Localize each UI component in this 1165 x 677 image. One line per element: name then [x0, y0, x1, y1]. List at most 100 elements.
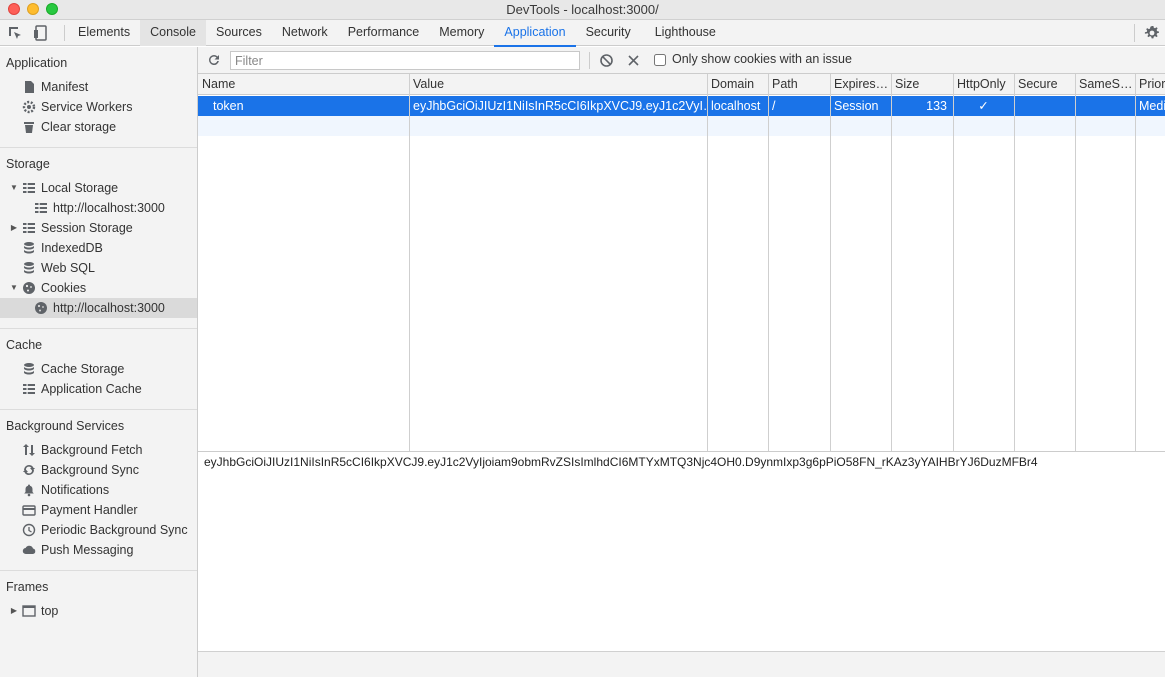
sidebar-item-frame-top[interactable]: ▶ top	[0, 601, 197, 621]
tab-application[interactable]: Application	[494, 20, 576, 47]
gear-icon	[22, 100, 36, 114]
cell-size[interactable]: 133	[891, 96, 953, 116]
sidebar-item-label: Clear storage	[41, 120, 117, 134]
device-toolbar-icon[interactable]	[32, 24, 50, 42]
sidebar-item-notifications[interactable]: Notifications	[0, 480, 197, 500]
cloud-icon	[22, 543, 36, 557]
cell-domain[interactable]: localhost	[707, 96, 768, 116]
only-issues-checkbox[interactable]	[654, 54, 666, 66]
tab-lighthouse[interactable]: Lighthouse	[641, 20, 726, 46]
column-header-value[interactable]: Value	[409, 74, 707, 95]
column-header-domain[interactable]: Domain	[707, 74, 768, 95]
cell-secure[interactable]	[1014, 96, 1075, 116]
column-divider[interactable]	[891, 74, 892, 451]
gear-icon[interactable]	[1143, 24, 1161, 42]
bottom-status-bar	[198, 651, 1165, 677]
filter-input[interactable]	[230, 51, 580, 70]
sidebar-item-label: IndexedDB	[41, 241, 103, 255]
grid-icon	[34, 201, 48, 215]
database-icon	[22, 261, 36, 275]
sidebar-item-cookies[interactable]: ▼ Cookies	[0, 278, 197, 298]
column-header-size[interactable]: Size	[891, 74, 953, 95]
credit-card-icon	[22, 503, 36, 517]
cell-httponly[interactable]: ✓	[953, 96, 1014, 116]
sidebar-item-indexeddb[interactable]: IndexedDB	[0, 238, 197, 258]
column-header-httponly[interactable]: HttpOnly	[953, 74, 1014, 95]
column-header-name[interactable]: Name	[198, 74, 409, 95]
cookie-icon	[22, 281, 36, 295]
expanded-arrow-icon[interactable]: ▼	[9, 178, 19, 198]
sidebar-item-periodic-background-sync[interactable]: Periodic Background Sync	[0, 520, 197, 540]
panel-tabs: Elements Console Sources Network Perform…	[68, 20, 726, 47]
column-header-expires[interactable]: Expires…	[830, 74, 891, 95]
column-header-path[interactable]: Path	[768, 74, 830, 95]
delete-selected-icon[interactable]	[626, 53, 641, 68]
sidebar-item-label: Session Storage	[41, 221, 133, 235]
clock-icon	[22, 523, 36, 537]
column-divider[interactable]	[1135, 74, 1136, 451]
cookie-value-preview: eyJhbGciOiJIUzI1NiIsInR5cCI6IkpXVCJ9.eyJ…	[198, 451, 1165, 651]
sidebar-item-local-storage-origin[interactable]: http://localhost:3000	[0, 198, 197, 218]
table-header: Name Value Domain Path Expires… Size Htt…	[198, 74, 1165, 95]
column-divider[interactable]	[953, 74, 954, 451]
table-row[interactable]: token eyJhbGciOiJIUzI1NiIsInR5cCI6IkpXVC…	[198, 96, 1165, 116]
sidebar-item-local-storage[interactable]: ▼ Local Storage	[0, 178, 197, 198]
cell-value[interactable]: eyJhbGciOiJIUzI1NiIsInR5cCI6IkpXVCJ9.eyJ…	[409, 96, 707, 116]
cookie-value-text[interactable]: eyJhbGciOiJIUzI1NiIsInR5cCI6IkpXVCJ9.eyJ…	[204, 455, 1038, 469]
tab-network[interactable]: Network	[272, 20, 338, 46]
column-header-priority[interactable]: Prior	[1135, 74, 1165, 95]
tab-performance[interactable]: Performance	[338, 20, 430, 46]
toolbar-separator	[589, 52, 590, 69]
sidebar-item-label: Service Workers	[41, 100, 133, 114]
sidebar-item-manifest[interactable]: Manifest	[0, 77, 197, 97]
column-header-secure[interactable]: Secure	[1014, 74, 1075, 95]
sidebar-item-application-cache[interactable]: Application Cache	[0, 379, 197, 399]
column-header-samesite[interactable]: SameS…	[1075, 74, 1135, 95]
section-background-services-heading: Background Services	[6, 419, 125, 433]
sidebar-item-label: Web SQL	[41, 261, 95, 275]
sidebar-item-web-sql[interactable]: Web SQL	[0, 258, 197, 278]
cell-samesite[interactable]	[1075, 96, 1135, 116]
tab-sources[interactable]: Sources	[206, 20, 272, 46]
column-divider[interactable]	[1014, 74, 1015, 451]
column-divider[interactable]	[830, 74, 831, 451]
tab-elements[interactable]: Elements	[68, 20, 140, 46]
sidebar-divider	[0, 570, 197, 571]
column-divider[interactable]	[707, 74, 708, 451]
bell-icon	[22, 483, 36, 497]
column-divider[interactable]	[768, 74, 769, 451]
sidebar-item-label: Notifications	[41, 483, 110, 497]
cell-path[interactable]: /	[768, 96, 830, 116]
sidebar-item-label: Application Cache	[41, 382, 142, 396]
column-divider[interactable]	[1075, 74, 1076, 451]
tab-security[interactable]: Security	[576, 20, 641, 46]
column-divider[interactable]	[409, 74, 410, 451]
collapsed-arrow-icon[interactable]: ▶	[9, 601, 19, 621]
sidebar-item-background-sync[interactable]: Background Sync	[0, 460, 197, 480]
sidebar-item-label: Push Messaging	[41, 543, 134, 557]
cell-name[interactable]: token	[198, 96, 409, 116]
main-tabbar: Elements Console Sources Network Perform…	[0, 20, 1165, 47]
sidebar-item-background-fetch[interactable]: Background Fetch	[0, 440, 197, 460]
expanded-arrow-icon[interactable]: ▼	[9, 278, 19, 298]
window-titlebar: DevTools - localhost:3000/	[0, 0, 1165, 20]
only-issues-label[interactable]: Only show cookies with an issue	[672, 52, 852, 66]
sidebar-item-cache-storage[interactable]: Cache Storage	[0, 359, 197, 379]
tab-memory[interactable]: Memory	[429, 20, 494, 46]
sidebar-item-push-messaging[interactable]: Push Messaging	[0, 540, 197, 560]
sidebar-item-payment-handler[interactable]: Payment Handler	[0, 500, 197, 520]
inspect-element-icon[interactable]	[6, 24, 24, 42]
sidebar-item-service-workers[interactable]: Service Workers	[0, 97, 197, 117]
section-frames-heading: Frames	[6, 580, 49, 594]
tab-console[interactable]: Console	[140, 20, 206, 46]
cell-priority[interactable]: Medi	[1135, 96, 1165, 116]
clear-all-icon[interactable]	[599, 53, 614, 68]
sidebar-item-clear-storage[interactable]: Clear storage	[0, 117, 197, 137]
cell-expires[interactable]: Session	[830, 96, 891, 116]
refresh-icon[interactable]	[206, 52, 222, 68]
sidebar-item-cookies-origin[interactable]: http://localhost:3000	[0, 298, 197, 318]
collapsed-arrow-icon[interactable]: ▶	[9, 218, 19, 238]
sidebar-item-session-storage[interactable]: ▶ Session Storage	[0, 218, 197, 238]
sidebar-item-label: Periodic Background Sync	[41, 523, 188, 537]
section-cache-heading: Cache	[6, 338, 43, 352]
